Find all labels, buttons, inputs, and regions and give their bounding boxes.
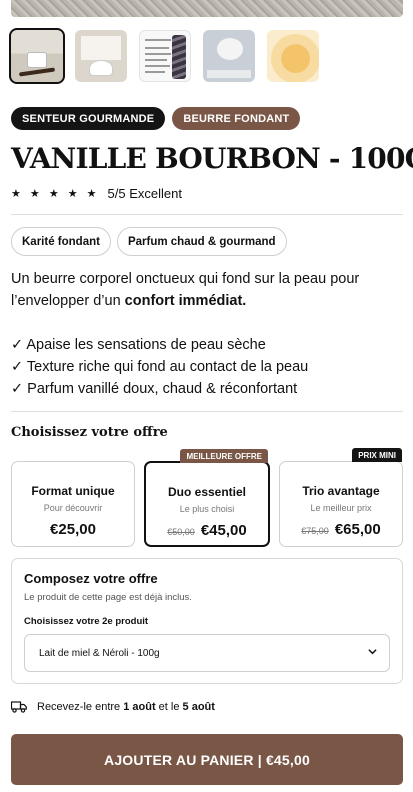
chevron-down-icon	[368, 649, 377, 655]
delivery-estimate: Recevez-le entre 1 août et le 5 août	[11, 701, 215, 713]
delivery-text: Recevez-le entre 1 août et le 5 août	[37, 701, 215, 713]
divider	[11, 411, 403, 412]
offer-card-trio[interactable]: PRIX MINI Trio avantage Le meilleur prix…	[279, 448, 403, 547]
benefit-item: ✓ Parfum vanillé doux, chaud & réconfort…	[11, 381, 298, 397]
offer-subtitle: Le meilleur prix	[310, 503, 372, 513]
product-main-image	[11, 0, 403, 17]
offer-heading: Choisissez votre offre	[11, 425, 168, 440]
texture-badge: BEURRE FONDANT	[172, 107, 301, 130]
offer-card-duo[interactable]: MEILLEURE OFFRE Duo essentiel Le plus ch…	[144, 449, 270, 547]
offer-card-single[interactable]: Format unique Pour découvrir €25,00	[11, 461, 135, 547]
delivery-date-end: 5 août	[182, 701, 215, 713]
thumbnail-5[interactable]	[267, 30, 319, 82]
offer-price: €25,00	[50, 521, 96, 538]
best-offer-flag: MEILLEURE OFFRE	[180, 449, 268, 463]
compose-offer-panel: Composez votre offre Le produit de cette…	[11, 558, 403, 684]
thumbnail-gallery	[9, 28, 319, 84]
rating: ★ ★ ★ ★ ★ 5/5 Excellent	[11, 186, 182, 201]
delivery-date-start: 1 août	[123, 701, 156, 713]
offer-old-price: €75,00	[301, 526, 329, 536]
second-product-select[interactable]: Lait de miel & Néroli - 100g	[24, 634, 390, 672]
offer-old-price: €50,00	[167, 527, 195, 537]
compose-subtitle: Le produit de cette page est déjà inclus…	[24, 592, 192, 603]
offer-name: Trio avantage	[302, 484, 380, 498]
min-price-flag: PRIX MINI	[352, 448, 402, 462]
star-icon: ★ ★ ★ ★ ★	[11, 188, 100, 200]
offer-name: Format unique	[31, 484, 115, 498]
offer-price: €45,00	[200, 522, 247, 539]
benefit-item: ✓ Texture riche qui fond au contact de l…	[11, 359, 309, 375]
delivery-prefix: Recevez-le entre	[37, 701, 124, 713]
benefits-list: ✓ Apaise les sensations de peau sèche ✓ …	[11, 334, 308, 400]
rating-text: 5/5 Excellent	[107, 186, 182, 201]
thumbnail-2[interactable]	[75, 30, 127, 82]
thumbnail-1[interactable]	[9, 28, 65, 84]
divider	[11, 214, 403, 215]
benefit-item: ✓ Apaise les sensations de peau sèche	[11, 337, 266, 353]
badge-row: SENTEUR GOURMANDE BEURRE FONDANT	[11, 107, 301, 130]
offer-selector: Format unique Pour découvrir €25,00 MEIL…	[11, 448, 403, 548]
scent-badge: SENTEUR GOURMANDE	[11, 107, 166, 130]
truck-icon	[11, 701, 27, 713]
offer-price: €65,00	[334, 521, 381, 538]
feature-pills: Karité fondant Parfum chaud & gourmand	[11, 227, 287, 256]
offer-subtitle: Pour découvrir	[43, 503, 103, 513]
feature-pill-parfum: Parfum chaud & gourmand	[116, 227, 287, 256]
second-product-label: Choisissez votre 2e produit	[24, 616, 149, 627]
delivery-middle: et le	[155, 701, 183, 713]
offer-subtitle: Le plus choisi	[179, 504, 235, 514]
product-description: Un beurre corporel onctueux qui fond sur…	[11, 268, 403, 312]
offer-name: Duo essentiel	[167, 485, 247, 499]
select-value: Lait de miel & Néroli - 100g	[39, 647, 160, 659]
feature-pill-karite: Karité fondant	[11, 227, 111, 256]
thumbnail-4[interactable]	[203, 30, 255, 82]
description-emphasis: confort immédiat.	[124, 293, 247, 309]
product-title: VANILLE BOURBON - 100G	[11, 142, 413, 175]
add-to-cart-button[interactable]: AJOUTER AU PANIER | €45,00	[11, 734, 403, 785]
thumbnail-3[interactable]	[139, 30, 191, 82]
compose-title: Composez votre offre	[24, 571, 158, 586]
